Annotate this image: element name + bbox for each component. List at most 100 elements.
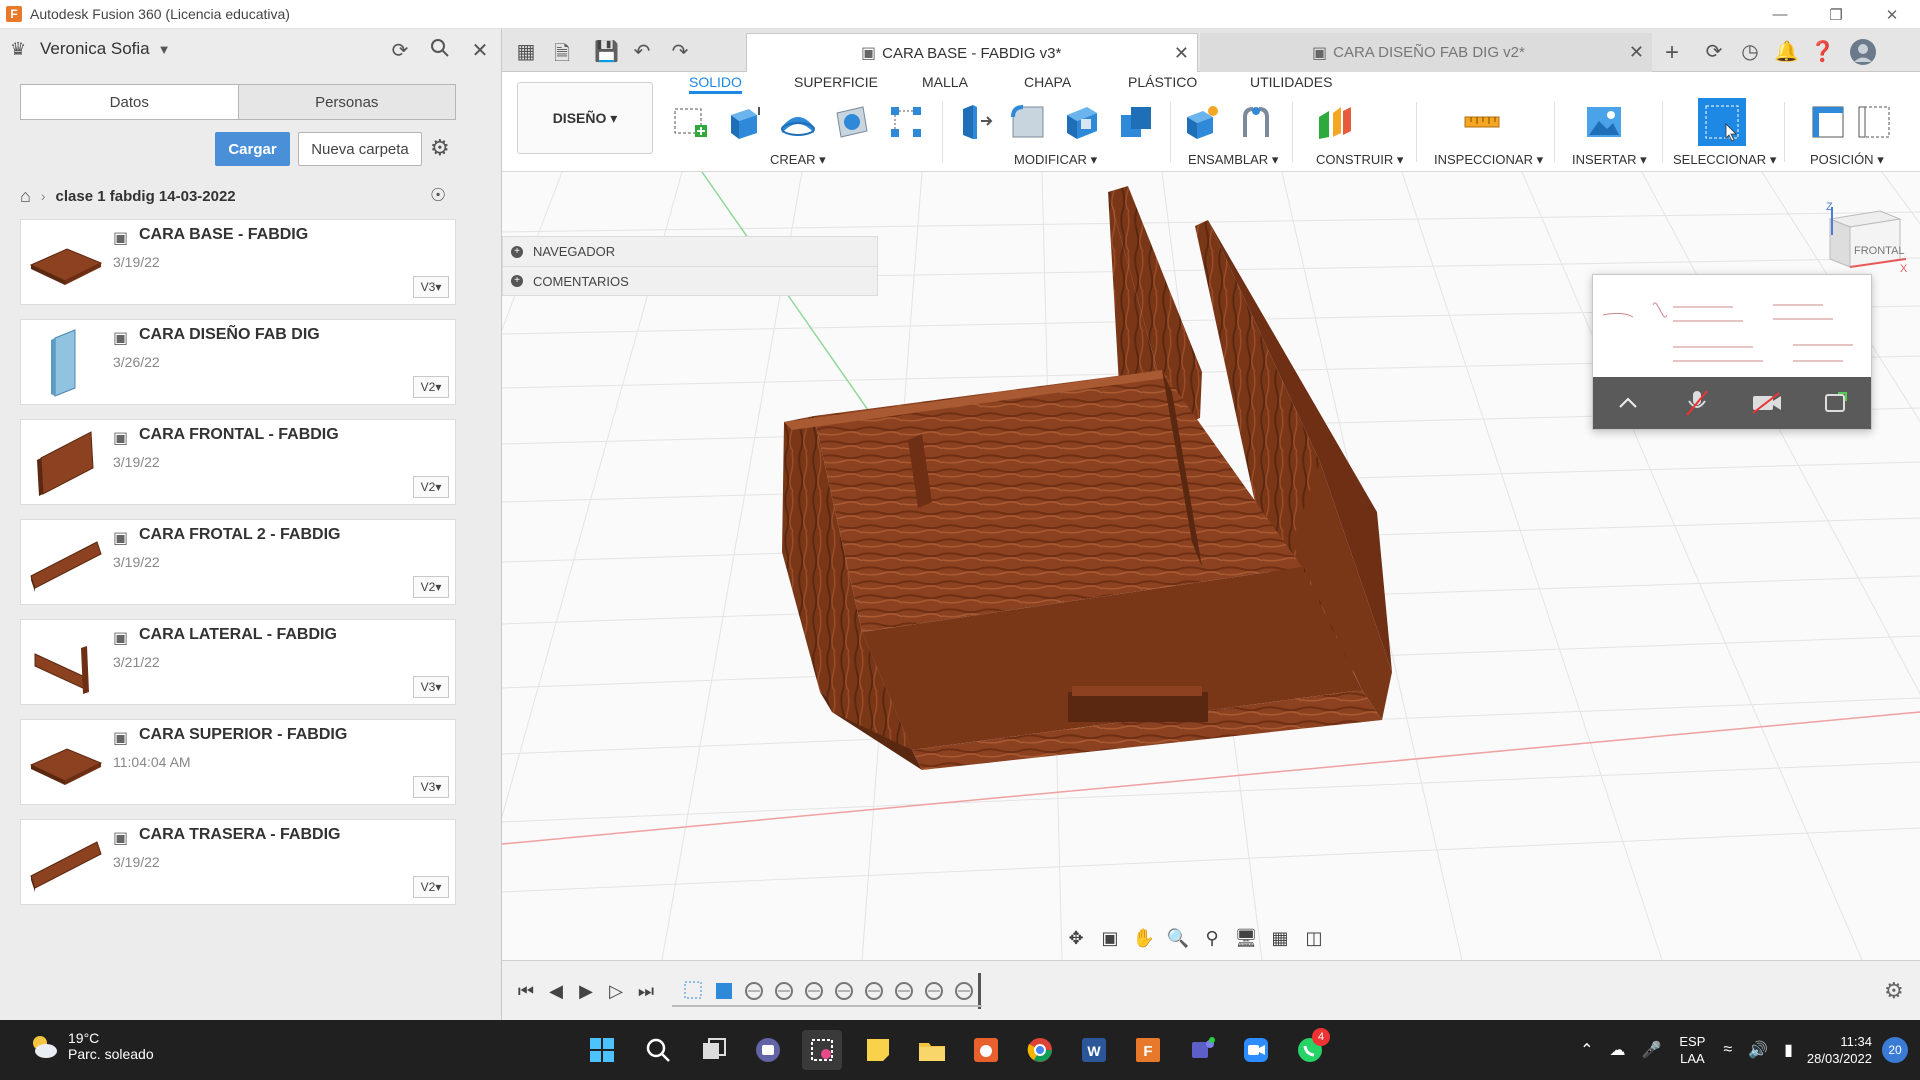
close-panel-icon[interactable]: ✕ bbox=[468, 38, 492, 63]
tab-superficie[interactable]: SUPERFICIE bbox=[794, 74, 878, 94]
breadcrumb-folder[interactable]: clase 1 fabdig 14-03-2022 bbox=[56, 188, 236, 205]
press-pull-icon[interactable] bbox=[954, 102, 994, 142]
go-to-end-icon[interactable]: ⏭ bbox=[634, 981, 658, 1002]
extrude-icon[interactable] bbox=[724, 102, 764, 142]
chevron-down-icon[interactable]: ▼ bbox=[158, 42, 171, 57]
camera-app-icon[interactable] bbox=[966, 1030, 1006, 1070]
zoom-icon[interactable]: 🔍 bbox=[1164, 924, 1192, 952]
group-seleccionar[interactable]: SELECCIONAR ▾ bbox=[1673, 152, 1776, 168]
timeline-feature-icon[interactable] bbox=[742, 979, 766, 1003]
close-window-button[interactable]: ✕ bbox=[1864, 0, 1920, 29]
tab-malla[interactable]: MALLA bbox=[922, 74, 968, 94]
timeline-feature-icon[interactable] bbox=[832, 979, 856, 1003]
file-card-cara-frontal[interactable]: ▣ CARA FRONTAL - FABDIG 3/19/22 V2 ▾ bbox=[20, 419, 456, 505]
measure-icon[interactable] bbox=[1462, 102, 1502, 142]
close-tab-icon[interactable]: ✕ bbox=[1629, 42, 1644, 63]
tab-chapa[interactable]: CHAPA bbox=[1024, 74, 1071, 94]
whatsapp-icon[interactable]: 4 bbox=[1290, 1028, 1330, 1070]
version-selector[interactable]: V2 ▾ bbox=[413, 376, 449, 398]
version-selector[interactable]: V2 ▾ bbox=[413, 576, 449, 598]
timeline-feature-icon[interactable] bbox=[952, 979, 976, 1003]
user-name[interactable]: Veronica Sofia bbox=[40, 39, 150, 59]
version-selector[interactable]: V2 ▾ bbox=[413, 476, 449, 498]
clock[interactable]: 11:34 28/03/2022 bbox=[1807, 1033, 1872, 1067]
restore-button[interactable]: ❐ bbox=[1808, 0, 1864, 29]
chrome-icon[interactable] bbox=[1020, 1030, 1060, 1070]
save-icon[interactable]: 💾 bbox=[594, 39, 619, 64]
tab-personas[interactable]: Personas bbox=[238, 85, 455, 119]
extensions-icon[interactable]: ⟳ bbox=[1702, 39, 1726, 64]
collapse-icon[interactable] bbox=[1608, 383, 1648, 423]
file-card-cara-frotal-2[interactable]: ▣ CARA FROTAL 2 - FABDIG 3/19/22 V2 ▾ bbox=[20, 519, 456, 605]
expand-icon[interactable]: + bbox=[511, 275, 523, 287]
viewports-icon[interactable]: ◫ bbox=[1300, 924, 1328, 952]
timeline-feature-icon[interactable] bbox=[922, 979, 946, 1003]
select-icon[interactable] bbox=[1698, 98, 1746, 146]
new-folder-button[interactable]: Nueva carpeta bbox=[298, 132, 422, 166]
timeline-feature-icon[interactable] bbox=[772, 979, 796, 1003]
wifi-icon[interactable]: ≈ bbox=[1723, 1041, 1732, 1059]
word-icon[interactable]: W bbox=[1074, 1030, 1114, 1070]
combine-icon[interactable] bbox=[1116, 102, 1156, 142]
grid-settings-icon[interactable]: ▦ bbox=[1266, 924, 1294, 952]
browser-navegador[interactable]: + NAVEGADOR bbox=[502, 236, 878, 266]
microphone-icon[interactable]: 🎤 bbox=[1641, 1040, 1661, 1060]
pan-hand-icon[interactable]: ✋ bbox=[1130, 924, 1158, 952]
pattern-icon[interactable] bbox=[886, 102, 926, 142]
gear-icon[interactable]: ⚙ bbox=[430, 135, 450, 161]
timeline-sketch-icon[interactable] bbox=[682, 979, 706, 1003]
upload-button[interactable]: Cargar bbox=[215, 132, 290, 166]
file-card-cara-trasera[interactable]: ▣ CARA TRASERA - FABDIG 3/19/22 V2 ▾ bbox=[20, 819, 456, 905]
language-indicator[interactable]: ESP LAA bbox=[1679, 1033, 1705, 1067]
new-tab-icon[interactable]: + bbox=[1660, 39, 1684, 67]
timeline-feature-icon[interactable] bbox=[862, 979, 886, 1003]
refresh-icon[interactable]: ⟳ bbox=[388, 38, 412, 63]
undo-icon[interactable]: ↶ bbox=[630, 39, 654, 64]
play-icon[interactable]: ▶ bbox=[574, 981, 598, 1002]
hole-icon[interactable] bbox=[832, 102, 872, 142]
joint-icon[interactable] bbox=[1236, 102, 1276, 142]
create-sketch-icon[interactable] bbox=[670, 102, 710, 142]
viewcube[interactable]: Z FRONTAL X bbox=[1810, 201, 1910, 275]
version-selector[interactable]: V3 ▾ bbox=[413, 676, 449, 698]
volume-icon[interactable]: 🔊 bbox=[1748, 1040, 1768, 1060]
look-at-icon[interactable]: ▣ bbox=[1096, 924, 1124, 952]
file-explorer-icon[interactable] bbox=[912, 1030, 952, 1070]
teams-icon[interactable] bbox=[1182, 1030, 1222, 1070]
task-view-icon[interactable] bbox=[694, 1030, 734, 1070]
onedrive-cloud-icon[interactable]: ☁ bbox=[1609, 1040, 1625, 1060]
teams-chat-icon[interactable] bbox=[748, 1030, 788, 1070]
tab-solido[interactable]: SOLIDO bbox=[689, 74, 742, 94]
version-selector[interactable]: V3 ▾ bbox=[413, 276, 449, 298]
viewcube-face-label[interactable]: FRONTAL bbox=[1854, 245, 1905, 257]
orbit-icon[interactable]: ✥ bbox=[1062, 924, 1090, 952]
browser-comentarios[interactable]: + COMENTARIOS bbox=[502, 266, 878, 296]
tab-utilidades[interactable]: UTILIDADES bbox=[1250, 74, 1332, 94]
video-call-overlay[interactable] bbox=[1592, 274, 1872, 430]
show-hidden-icons-icon[interactable]: ⌃ bbox=[1580, 1040, 1593, 1060]
fillet-icon[interactable] bbox=[1008, 102, 1048, 142]
group-insertar[interactable]: INSERTAR ▾ bbox=[1572, 152, 1647, 168]
version-selector[interactable]: V2 ▾ bbox=[413, 876, 449, 898]
offset-plane-icon[interactable] bbox=[1314, 102, 1354, 142]
timeline-feature-icon[interactable] bbox=[802, 979, 826, 1003]
group-posicion[interactable]: POSICIÓN ▾ bbox=[1810, 152, 1884, 168]
mic-muted-icon[interactable] bbox=[1677, 383, 1717, 423]
group-crear[interactable]: CREAR ▾ bbox=[770, 152, 826, 168]
file-card-cara-diseno[interactable]: ▣ CARA DISEÑO FAB DIG 3/26/22 V2 ▾ bbox=[20, 319, 456, 405]
job-status-icon[interactable]: ◷ bbox=[1738, 39, 1762, 64]
battery-icon[interactable]: ▮ bbox=[1784, 1040, 1793, 1060]
group-construir[interactable]: CONSTRUIR ▾ bbox=[1316, 152, 1403, 168]
avatar[interactable] bbox=[1850, 39, 1876, 71]
step-forward-icon[interactable]: ▷ bbox=[604, 981, 628, 1002]
file-card-cara-lateral[interactable]: ▣ CARA LATERAL - FABDIG 3/21/22 V3 ▾ bbox=[20, 619, 456, 705]
timeline-feature-icon[interactable] bbox=[892, 979, 916, 1003]
search-taskbar-icon[interactable] bbox=[638, 1030, 678, 1070]
file-card-cara-base[interactable]: ▣ CARA BASE - FABDIG 3/19/22 V3 ▾ bbox=[20, 219, 456, 305]
tab-cara-diseno[interactable]: ▣ CARA DISEÑO FAB DIG v2* ✕ bbox=[1200, 33, 1652, 72]
go-to-start-icon[interactable]: ⏮ bbox=[514, 981, 538, 1002]
zoom-icon-taskbar[interactable] bbox=[1236, 1030, 1276, 1070]
tab-datos[interactable]: Datos bbox=[21, 85, 239, 119]
group-ensamblar[interactable]: ENSAMBLAR ▾ bbox=[1188, 152, 1278, 168]
fusion-taskbar-icon[interactable]: F bbox=[1128, 1030, 1168, 1070]
